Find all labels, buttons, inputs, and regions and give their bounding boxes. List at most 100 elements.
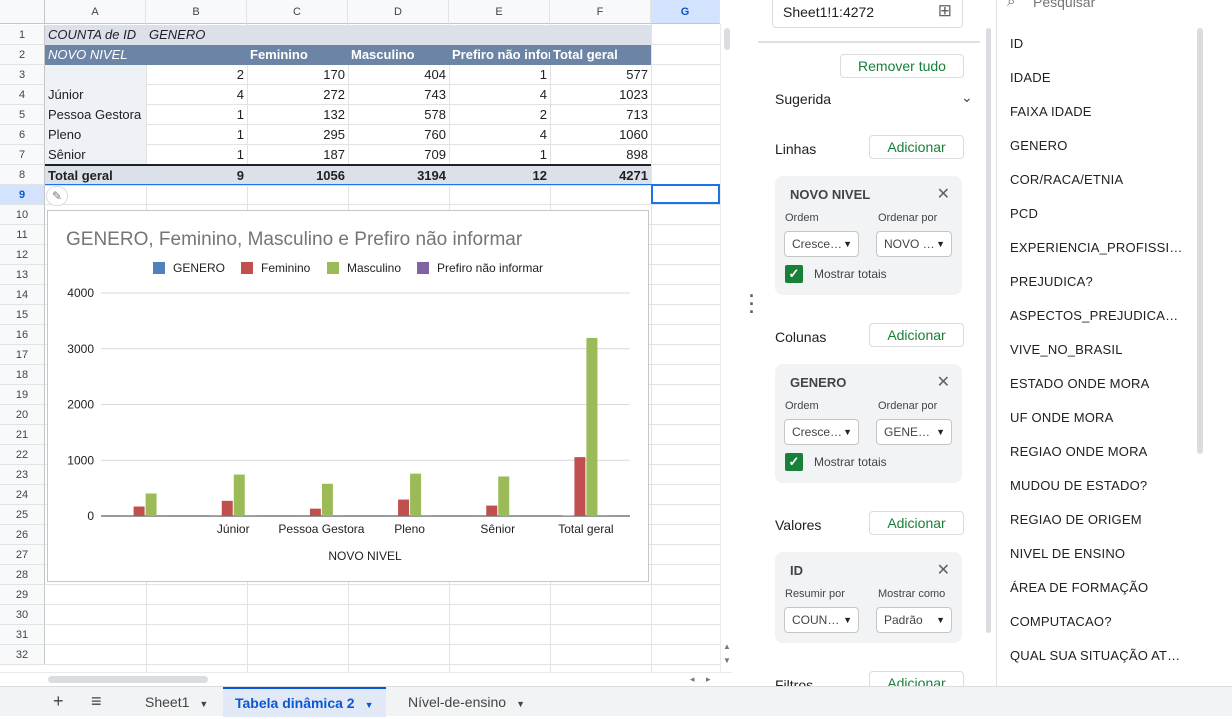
- row-header-13[interactable]: 13: [0, 265, 45, 285]
- summarize-select[interactable]: COUN…▼: [784, 607, 859, 633]
- row-header-14[interactable]: 14: [0, 285, 45, 305]
- row-header-22[interactable]: 22: [0, 445, 45, 465]
- field-item[interactable]: COMPUTACAO?: [1010, 614, 1112, 629]
- pivot-row-value[interactable]: 1: [146, 145, 247, 165]
- row-header-1[interactable]: 1: [0, 25, 45, 45]
- field-item[interactable]: UF ONDE MORA: [1010, 410, 1114, 425]
- pivot-total-row-value[interactable]: 9: [146, 166, 247, 186]
- row-header-25[interactable]: 25: [0, 505, 45, 525]
- bar-masculino-2[interactable]: [322, 484, 333, 516]
- pivot-row-label[interactable]: Júnior: [45, 85, 146, 105]
- field-item[interactable]: QUAL SUA SITUAÇÃO AT…: [1010, 648, 1180, 663]
- pivot-row-value[interactable]: 898: [550, 145, 651, 165]
- sheet-tab-sheet1[interactable]: Sheet1▼: [133, 687, 220, 717]
- field-item[interactable]: EXPERIENCIA_PROFISSI…: [1010, 240, 1183, 255]
- pivot-row-value[interactable]: 2: [146, 65, 247, 85]
- column-header-d[interactable]: D: [348, 0, 449, 24]
- pivot-row-label[interactable]: [45, 65, 146, 85]
- pivot-row-label[interactable]: Pleno: [45, 125, 146, 145]
- pivot-row-label[interactable]: Pessoa Gestora: [45, 105, 146, 125]
- column-header-a[interactable]: A: [45, 0, 146, 24]
- pivot-row-value[interactable]: 1: [449, 145, 550, 165]
- sheet-tab-nivel-de-ensino[interactable]: Nível-de-ensino▼: [396, 687, 537, 717]
- field-item[interactable]: ÁREA DE FORMAÇÃO: [1010, 580, 1148, 595]
- field-item[interactable]: FAIXA IDADE: [1010, 104, 1092, 119]
- row-header-23[interactable]: 23: [0, 465, 45, 485]
- pivot-row-value[interactable]: 4: [146, 85, 247, 105]
- column-header-b[interactable]: B: [146, 0, 247, 24]
- pivot-row-value[interactable]: 709: [348, 145, 449, 165]
- scroll-down-arrow-icon[interactable]: ▼: [723, 656, 731, 665]
- pivot-row-value[interactable]: 404: [348, 65, 449, 85]
- row-header-26[interactable]: 26: [0, 525, 45, 545]
- row-header-5[interactable]: 5: [0, 105, 45, 125]
- add-sheet-button[interactable]: +: [53, 691, 64, 712]
- row-header-12[interactable]: 12: [0, 245, 45, 265]
- remove-all-button[interactable]: Remover tudo: [840, 54, 964, 78]
- field-item[interactable]: MUDOU DE ESTADO?: [1010, 478, 1147, 493]
- spreadsheet-grid[interactable]: A B C D E F G 12345678910111213141516171…: [0, 0, 720, 672]
- pivot-row-value[interactable]: 578: [348, 105, 449, 125]
- bar-masculino-5[interactable]: [586, 338, 597, 516]
- bar-feminino-1[interactable]: [222, 501, 233, 516]
- bar-masculino-1[interactable]: [234, 475, 245, 516]
- row-header-32[interactable]: 32: [0, 645, 45, 665]
- bar-prefiro-n-o-informar-5[interactable]: [598, 515, 609, 516]
- sort-by-select[interactable]: NOVO …▼: [876, 231, 952, 257]
- row-header-11[interactable]: 11: [0, 225, 45, 245]
- close-icon[interactable]: ✕: [937, 184, 950, 204]
- select-all-corner[interactable]: [0, 0, 45, 24]
- bar-masculino-4[interactable]: [498, 476, 509, 516]
- field-item[interactable]: PCD: [1010, 206, 1038, 221]
- fields-scrollbar[interactable]: [1197, 28, 1203, 454]
- field-search-input[interactable]: [1033, 0, 1193, 12]
- bar-feminino-2[interactable]: [310, 509, 321, 516]
- column-header-e[interactable]: E: [449, 0, 550, 24]
- add-value-button[interactable]: Adicionar: [869, 511, 964, 535]
- row-header-21[interactable]: 21: [0, 425, 45, 445]
- sort-by-select[interactable]: GENE…▼: [876, 419, 952, 445]
- pivot-chart[interactable]: GENERO, Feminino, Masculino e Prefiro nã…: [47, 210, 649, 582]
- pivot-row-value[interactable]: 295: [247, 125, 348, 145]
- row-header-31[interactable]: 31: [0, 625, 45, 645]
- scroll-right-arrow-icon[interactable]: ▸: [706, 674, 711, 685]
- pivot-row-value[interactable]: 1060: [550, 125, 651, 145]
- row-header-15[interactable]: 15: [0, 305, 45, 325]
- field-item[interactable]: NIVEL DE ENSINO: [1010, 546, 1125, 561]
- field-item[interactable]: GENERO: [1010, 138, 1068, 153]
- column-header-c[interactable]: C: [247, 0, 348, 24]
- pivot-row-label[interactable]: Sênior: [45, 145, 146, 165]
- pivot-total-row-value[interactable]: 3194: [348, 166, 449, 186]
- row-header-17[interactable]: 17: [0, 345, 45, 365]
- pivot-row-value[interactable]: 1023: [550, 85, 651, 105]
- pivot-row-value[interactable]: 713: [550, 105, 651, 125]
- order-select[interactable]: Cresce…▼: [784, 231, 859, 257]
- sheet-tab-tabela-dinamica-2[interactable]: Tabela dinâmica 2▼: [223, 687, 386, 717]
- row-header-6[interactable]: 6: [0, 125, 45, 145]
- field-item[interactable]: ID: [1010, 36, 1023, 51]
- row-header-19[interactable]: 19: [0, 385, 45, 405]
- scroll-up-arrow-icon[interactable]: ▲: [723, 642, 731, 651]
- row-header-3[interactable]: 3: [0, 65, 45, 85]
- row-header-16[interactable]: 16: [0, 325, 45, 345]
- data-range-field[interactable]: Sheet1!1:4272 ⊞: [772, 0, 963, 28]
- active-cell-g9[interactable]: [651, 184, 720, 204]
- row-header-8[interactable]: 8: [0, 165, 45, 185]
- pivot-row-value[interactable]: 170: [247, 65, 348, 85]
- pivot-row-value[interactable]: 1: [146, 125, 247, 145]
- pivot-total-row-value[interactable]: 1056: [247, 166, 348, 186]
- pivot-row-value[interactable]: 272: [247, 85, 348, 105]
- row-header-10[interactable]: 10: [0, 205, 45, 225]
- field-item[interactable]: VIVE_NO_BRASIL: [1010, 342, 1123, 357]
- scrollbar-thumb[interactable]: [48, 676, 208, 683]
- horizontal-scrollbar[interactable]: ◂ ▸: [0, 672, 732, 686]
- order-select[interactable]: Cresce…▼: [784, 419, 859, 445]
- bar-masculino-3[interactable]: [410, 474, 421, 516]
- pivot-row-value[interactable]: 1: [449, 65, 550, 85]
- all-sheets-menu-icon[interactable]: ≡: [91, 691, 102, 712]
- column-header-f[interactable]: F: [550, 0, 651, 24]
- editor-scrollbar[interactable]: [986, 28, 991, 633]
- edit-pencil-icon[interactable]: ✎: [46, 186, 68, 206]
- pivot-total-row-value[interactable]: 4271: [550, 166, 651, 186]
- pivot-row-value[interactable]: 1: [146, 105, 247, 125]
